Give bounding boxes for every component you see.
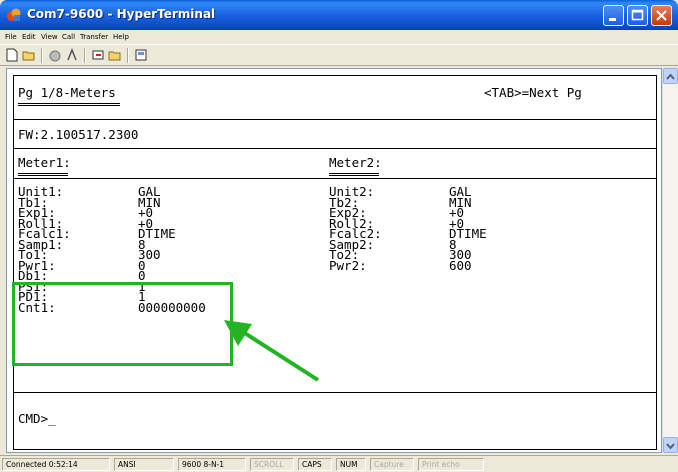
open-icon[interactable] <box>22 48 36 62</box>
maximize-icon <box>631 9 644 21</box>
status-capture: Capture <box>370 458 414 471</box>
menu-view[interactable]: View <box>41 33 58 41</box>
disconnect-icon[interactable] <box>48 48 62 62</box>
chevron-up-icon <box>666 73 675 80</box>
meter2-header: Meter2: <box>329 155 382 170</box>
receive-icon[interactable] <box>108 48 122 62</box>
scroll-down-button[interactable] <box>663 437 678 453</box>
divider <box>14 392 656 393</box>
vertical-scrollbar[interactable] <box>662 68 678 453</box>
title-underline <box>18 103 120 106</box>
menu-call[interactable]: Call <box>62 33 75 41</box>
terminal-frame: Pg 1/8-Meters <TAB>=Next Pg FW:2.100517.… <box>13 75 657 450</box>
next-page-hint: <TAB>=Next Pg <box>484 85 582 100</box>
meter2-underline <box>329 173 379 176</box>
divider <box>14 148 656 149</box>
menu-bar: File Edit View Call Transfer Help <box>0 30 678 44</box>
hyperterminal-icon <box>7 8 21 21</box>
status-scroll: SCROLL <box>250 458 294 471</box>
minimize-icon <box>609 18 616 21</box>
window-title: Com7-9600 - HyperTerminal <box>27 7 216 21</box>
firmware-version: FW:2.100517.2300 <box>18 127 139 142</box>
status-print-echo: Print echo <box>418 458 484 471</box>
menu-file[interactable]: File <box>5 33 17 41</box>
connect-icon[interactable] <box>65 48 79 62</box>
terminal-screen[interactable]: Pg 1/8-Meters <TAB>=Next Pg FW:2.100517.… <box>6 68 662 453</box>
close-icon <box>656 10 667 21</box>
divider <box>14 119 656 120</box>
send-icon[interactable] <box>91 48 105 62</box>
new-icon[interactable] <box>5 48 19 62</box>
status-caps: CAPS <box>298 458 332 471</box>
menu-help[interactable]: Help <box>113 33 129 41</box>
scroll-up-button[interactable] <box>663 68 678 84</box>
menu-edit[interactable]: Edit <box>22 33 36 41</box>
divider <box>14 178 656 179</box>
chevron-down-icon <box>666 443 675 450</box>
meter2-label: Pwr2: <box>329 257 367 273</box>
menu-transfer[interactable]: Transfer <box>80 33 108 41</box>
status-connected: Connected 0:52:14 <box>2 458 110 471</box>
maximize-button[interactable] <box>627 5 648 26</box>
properties-icon[interactable] <box>134 48 148 62</box>
meter1-underline <box>18 173 68 176</box>
meter2-value: 600 <box>449 257 472 273</box>
highlight-box <box>12 282 233 366</box>
minimize-button[interactable] <box>603 5 624 26</box>
meter1-header: Meter1: <box>18 155 71 170</box>
close-button[interactable] <box>651 5 672 26</box>
status-settings: 9600 8-N-1 <box>178 458 246 471</box>
title-bar[interactable]: Com7-9600 - HyperTerminal <box>0 0 678 30</box>
status-num: NUM <box>336 458 366 471</box>
command-prompt[interactable]: CMD>_ <box>18 412 56 425</box>
status-bar: Connected 0:52:14 ANSI 9600 8-N-1 SCROLL… <box>0 455 678 472</box>
page-title: Pg 1/8-Meters <box>18 85 116 100</box>
toolbar <box>0 44 678 66</box>
status-emulation: ANSI <box>114 458 174 471</box>
